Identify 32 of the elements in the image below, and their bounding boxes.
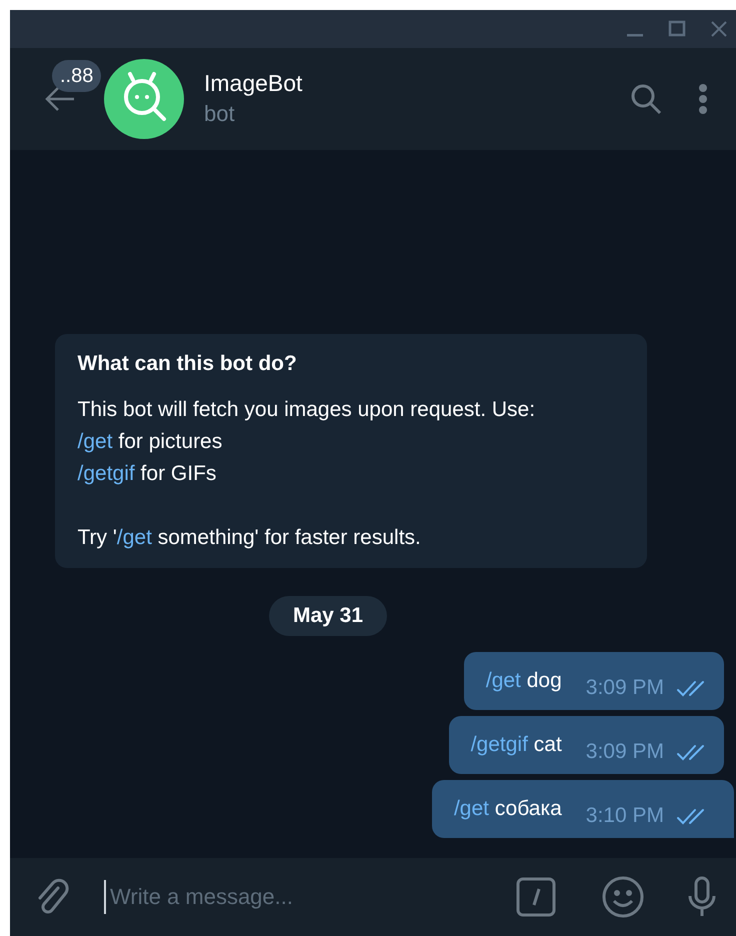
search-icon[interactable]	[630, 83, 662, 115]
message-input[interactable]: Write a message...	[104, 880, 516, 914]
date-chip: May 31	[268, 596, 388, 636]
command-link[interactable]: /get	[486, 669, 521, 692]
bot-command-icon[interactable]	[516, 877, 556, 917]
command-link[interactable]: /get	[78, 430, 113, 453]
chat-subtitle: bot	[204, 100, 236, 128]
message-time: 3:09 PM	[586, 739, 664, 765]
bot-info-line: /getgif for GIFs	[78, 461, 218, 487]
paperclip-icon[interactable]	[36, 878, 70, 916]
command-link[interactable]: /get	[116, 526, 152, 549]
command-link[interactable]: /getgif	[470, 733, 528, 756]
message-time: 3:10 PM	[586, 803, 664, 829]
bot-info-line: Try '/get something' for faster results.	[78, 525, 422, 551]
maximize-icon[interactable]	[668, 20, 686, 38]
bot-info-line: /get for pictures	[78, 429, 224, 455]
microphone-icon[interactable]	[686, 876, 718, 918]
message-text: /get собака	[454, 796, 562, 822]
bot-avatar-icon	[104, 59, 184, 139]
bot-info-title: What can this bot do?	[78, 351, 298, 377]
message-time: 3:09 PM	[586, 675, 664, 701]
more-options-icon[interactable]	[698, 83, 708, 115]
unread-count-badge: ..88	[52, 60, 102, 92]
bot-info-line: This bot will fetch you images upon request. Use:	[78, 397, 536, 423]
chat-title: ImageBot	[204, 69, 304, 98]
message-text: /get dog	[486, 668, 562, 694]
message-text: /getgif cat	[470, 732, 562, 758]
smiley-icon[interactable]	[602, 876, 644, 918]
close-icon[interactable]	[710, 20, 728, 38]
back-arrow-icon[interactable]	[44, 85, 76, 113]
command-link[interactable]: /get	[454, 797, 489, 820]
command-link[interactable]: /getgif	[78, 462, 135, 485]
